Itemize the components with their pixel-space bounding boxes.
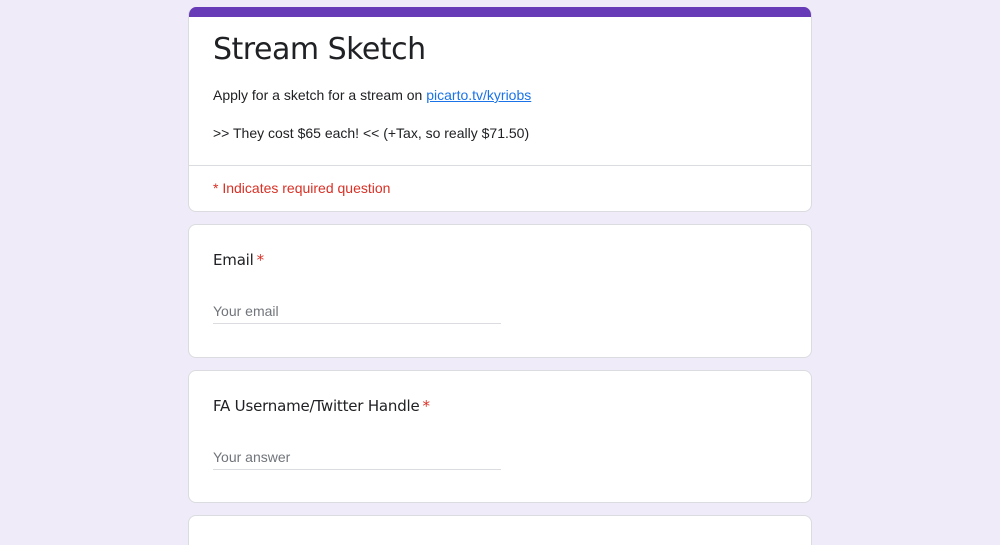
question-card-email: Email *: [188, 224, 812, 358]
next-question-card: [188, 515, 812, 545]
question-label: FA Username/Twitter Handle: [213, 397, 420, 415]
header-accent-bar: [189, 7, 811, 17]
question-card-username: FA Username/Twitter Handle *: [188, 370, 812, 503]
price-line: >> They cost $65 each! << (+Tax, so real…: [213, 125, 530, 141]
form-title: Stream Sketch: [213, 32, 426, 67]
question-label: Email: [213, 251, 254, 269]
email-input[interactable]: [213, 303, 501, 324]
form-header-card: Stream Sketch Apply for a sketch for a s…: [188, 7, 812, 212]
question-title: Email *: [213, 249, 787, 271]
required-note: * Indicates required question: [213, 180, 391, 196]
picarto-link[interactable]: picarto.tv/kyriobs: [426, 87, 531, 103]
question-title: FA Username/Twitter Handle *: [213, 395, 787, 417]
form-container: Stream Sketch Apply for a sketch for a s…: [188, 7, 812, 545]
description-text: Apply for a sketch for a stream on: [213, 87, 427, 103]
header-body: Stream Sketch Apply for a sketch for a s…: [189, 17, 811, 165]
required-asterisk: *: [256, 251, 265, 269]
form-description: Apply for a sketch for a stream on picar…: [213, 85, 787, 105]
required-asterisk: *: [422, 397, 431, 415]
username-input[interactable]: [213, 449, 501, 470]
